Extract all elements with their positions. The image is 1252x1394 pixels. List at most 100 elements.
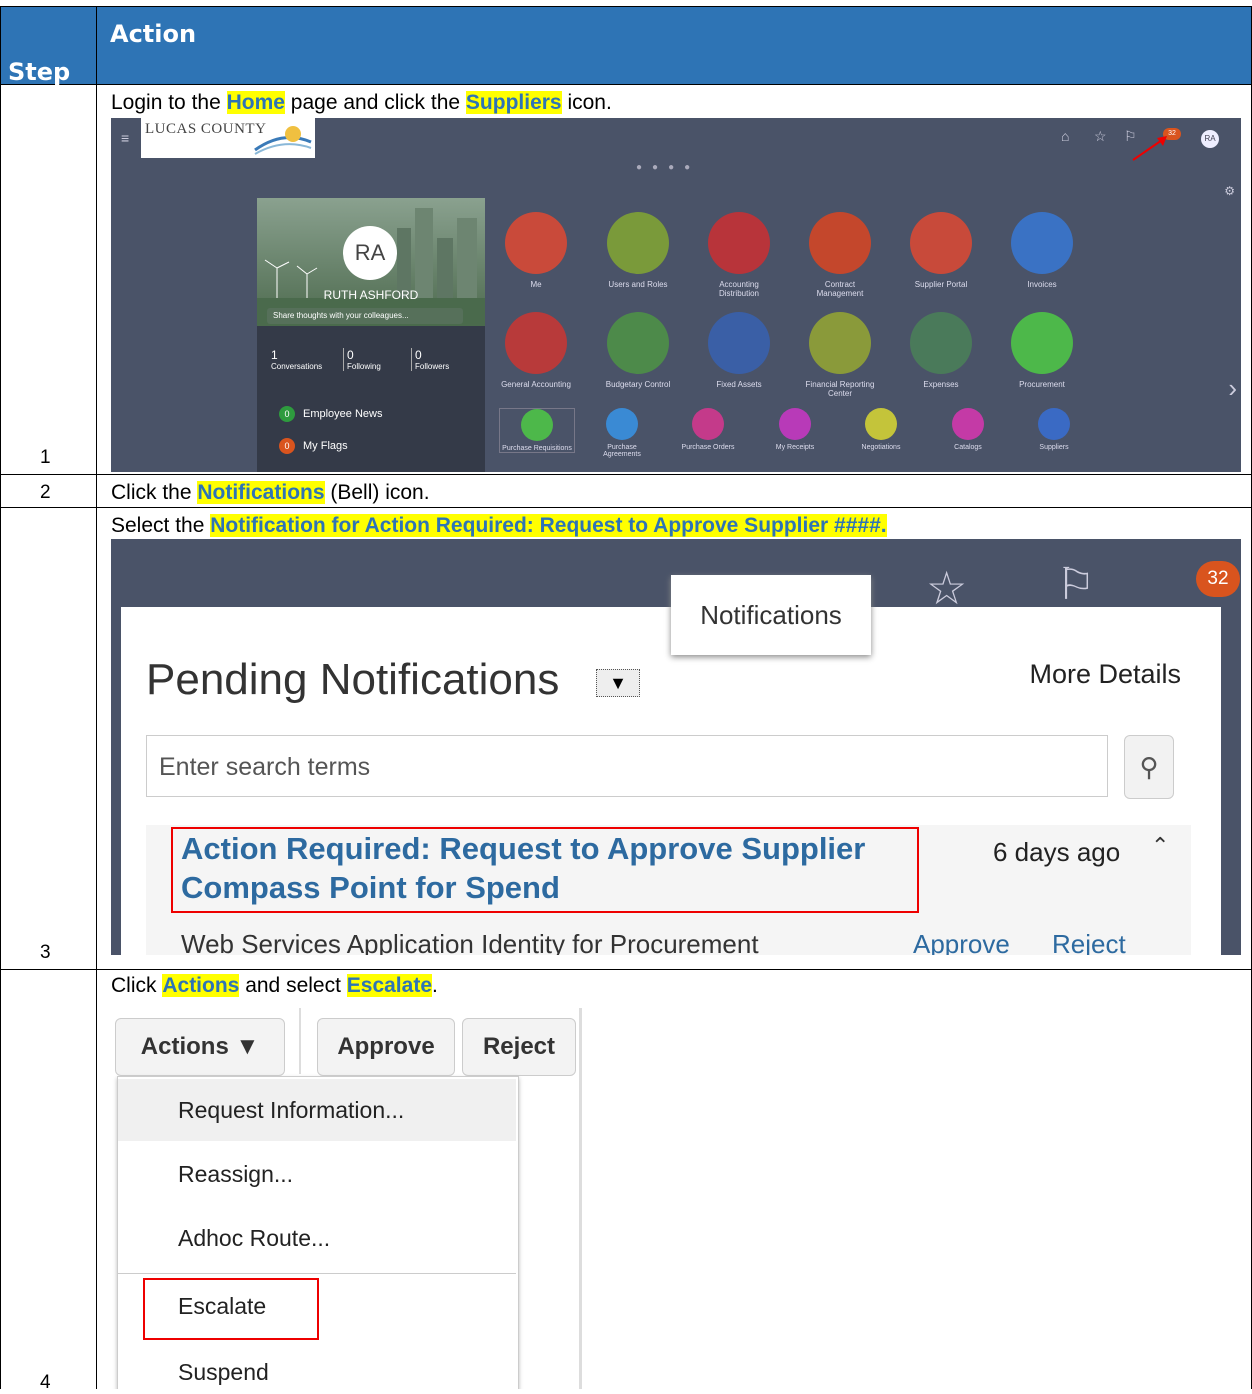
- tile-purchase-requisitions[interactable]: Purchase Requisitions: [499, 408, 575, 453]
- user-avatar[interactable]: RA: [1201, 130, 1219, 148]
- reject-button[interactable]: Reject: [462, 1018, 576, 1076]
- flag-icon[interactable]: ⚐: [1056, 559, 1095, 610]
- instr-text: .: [432, 974, 438, 997]
- search-icon[interactable]: ⚲: [1124, 735, 1174, 799]
- step-number: 4: [40, 1372, 51, 1393]
- highlight-notifications: Notifications: [197, 481, 325, 504]
- accounting-icon: [505, 312, 567, 374]
- step-4-instruction: Click Actions and select Escalate.: [111, 974, 438, 998]
- stat-conversations[interactable]: 1 Conversations: [271, 348, 322, 371]
- profile-card: RA RUTH ASHFORD Share thoughts with your…: [257, 198, 485, 472]
- favorites-star-icon[interactable]: ☆: [1094, 128, 1107, 145]
- reject-link[interactable]: Reject: [1052, 929, 1126, 955]
- tile-expenses[interactable]: Expenses: [907, 312, 975, 389]
- tile-label: Fixed Assets: [716, 380, 762, 389]
- actions-button[interactable]: Actions ▼: [115, 1018, 285, 1076]
- notification-age: 6 days ago: [993, 837, 1121, 867]
- table-border-top: [0, 6, 1252, 7]
- profile-name[interactable]: RUTH ASHFORD: [257, 288, 485, 302]
- instr-text: icon.: [561, 91, 612, 114]
- tile-contract-management[interactable]: Contract Management: [801, 212, 879, 298]
- tile-fixed-assets[interactable]: Fixed Assets: [701, 312, 777, 389]
- ledger-icon: [708, 212, 770, 274]
- person-icon: [505, 212, 567, 274]
- tile-financial-reporting[interactable]: Financial Reporting Center: [795, 312, 885, 398]
- step-1-instruction: Login to the Home page and click the Sup…: [111, 91, 612, 115]
- stat-label: Following: [347, 362, 381, 371]
- tile-label: Suppliers: [1039, 444, 1069, 451]
- row-divider: [0, 507, 1252, 508]
- tile-budgetary-control[interactable]: Budgetary Control: [595, 312, 681, 389]
- highlight-escalate: Escalate: [346, 974, 432, 997]
- menu-item-adhoc-route[interactable]: Adhoc Route...: [118, 1207, 516, 1269]
- tile-purchase-orders[interactable]: Purchase Orders: [675, 408, 741, 451]
- tile-general-accounting[interactable]: General Accounting: [493, 312, 579, 389]
- approve-button[interactable]: Approve: [317, 1018, 455, 1076]
- profile-avatar[interactable]: RA: [343, 226, 397, 280]
- logo-text: LUCAS COUNTY: [145, 121, 267, 137]
- settings-gear-icon[interactable]: ⚙: [1224, 184, 1235, 198]
- tile-accounting-distribution[interactable]: Accounting Distribution: [701, 212, 777, 298]
- tile-label: Purchase Requisitions: [502, 445, 572, 452]
- tile-negotiations[interactable]: Negotiations: [851, 408, 911, 451]
- stat-label: Conversations: [271, 362, 323, 371]
- tile-purchase-agreements[interactable]: Purchase Agreements: [589, 408, 655, 458]
- column-divider: [96, 6, 97, 1389]
- catalog-icon: [952, 408, 984, 440]
- menu-item-suspend[interactable]: Suspend: [118, 1341, 516, 1389]
- menu-item-reassign[interactable]: Reassign...: [118, 1143, 516, 1205]
- next-page-chevron-icon[interactable]: ›: [1228, 373, 1237, 404]
- scales-icon: [607, 312, 669, 374]
- approve-link[interactable]: Approve: [913, 929, 1010, 955]
- tile-suppliers[interactable]: Suppliers: [1027, 408, 1081, 451]
- step-column-header: Step: [8, 58, 71, 86]
- tile-users-roles[interactable]: Users and Roles: [595, 212, 681, 289]
- stat-number: 0: [347, 348, 354, 362]
- tile-me[interactable]: Me: [503, 212, 569, 289]
- carousel-dots[interactable]: ●●●●: [636, 162, 700, 173]
- pending-notifications-title: Pending Notifications: [146, 655, 560, 704]
- tile-procurement[interactable]: Procurement: [1007, 312, 1077, 389]
- tile-supplier-portal[interactable]: Supplier Portal: [903, 212, 979, 289]
- menu-item-request-information[interactable]: Request Information...: [118, 1079, 516, 1141]
- share-thoughts-input[interactable]: Share thoughts with your colleagues...: [267, 308, 463, 324]
- notification-sender: Web Services Application Identity for Pr…: [181, 929, 759, 955]
- search-input[interactable]: Enter search terms: [146, 735, 1108, 797]
- expenses-icon: [910, 312, 972, 374]
- instruction-table: Step Action 1 2 3 4 Login to the Home pa…: [0, 0, 1252, 1393]
- highlight-home: Home: [226, 91, 285, 114]
- cart-icon: [521, 409, 553, 441]
- suppliers-icon: [1038, 408, 1070, 440]
- invoice-icon: [1011, 212, 1073, 274]
- assets-icon: [708, 312, 770, 374]
- instr-text: Click the: [111, 481, 198, 504]
- more-details-link[interactable]: More Details: [1029, 659, 1181, 690]
- my-flags-link[interactable]: 0 My Flags: [279, 438, 348, 454]
- receipt-icon: [779, 408, 811, 440]
- tile-catalogs[interactable]: Catalogs: [941, 408, 995, 451]
- instr-text: Select the: [111, 514, 211, 537]
- collapse-chevron-icon[interactable]: ⌃: [1151, 833, 1181, 873]
- employee-news-link[interactable]: 0 Employee News: [279, 406, 382, 422]
- tile-invoices[interactable]: Invoices: [1009, 212, 1075, 289]
- red-highlight-box: [171, 827, 919, 913]
- home-icon[interactable]: ⌂: [1061, 128, 1069, 144]
- home-page-screenshot: ≡ LUCAS COUNTY ⌂ ☆ ⚐ 32 RA ●●●● ⚙ › RA R…: [111, 118, 1241, 472]
- tile-my-receipts[interactable]: My Receipts: [765, 408, 825, 451]
- tile-label: Negotiations: [861, 444, 901, 451]
- tile-label: Users and Roles: [608, 280, 668, 289]
- count-badge: 0: [279, 438, 295, 454]
- hamburger-icon[interactable]: ≡: [121, 130, 129, 146]
- contract-icon: [809, 212, 871, 274]
- instr-text: Click: [111, 974, 163, 997]
- tile-label: Supplier Portal: [914, 280, 968, 289]
- stat-followers[interactable]: 0 Followers: [411, 348, 449, 371]
- stat-following[interactable]: 0 Following: [343, 348, 381, 371]
- dropdown-arrow-icon[interactable]: ▼: [596, 669, 640, 697]
- bell-badge[interactable]: 32: [1196, 561, 1240, 597]
- table-header: Step Action: [0, 6, 1251, 86]
- instr-text: (Bell) icon.: [324, 481, 430, 504]
- tile-label: Budgetary Control: [605, 380, 671, 389]
- tile-label: Me: [530, 280, 542, 289]
- step-2-instruction: Click the Notifications (Bell) icon.: [111, 481, 430, 505]
